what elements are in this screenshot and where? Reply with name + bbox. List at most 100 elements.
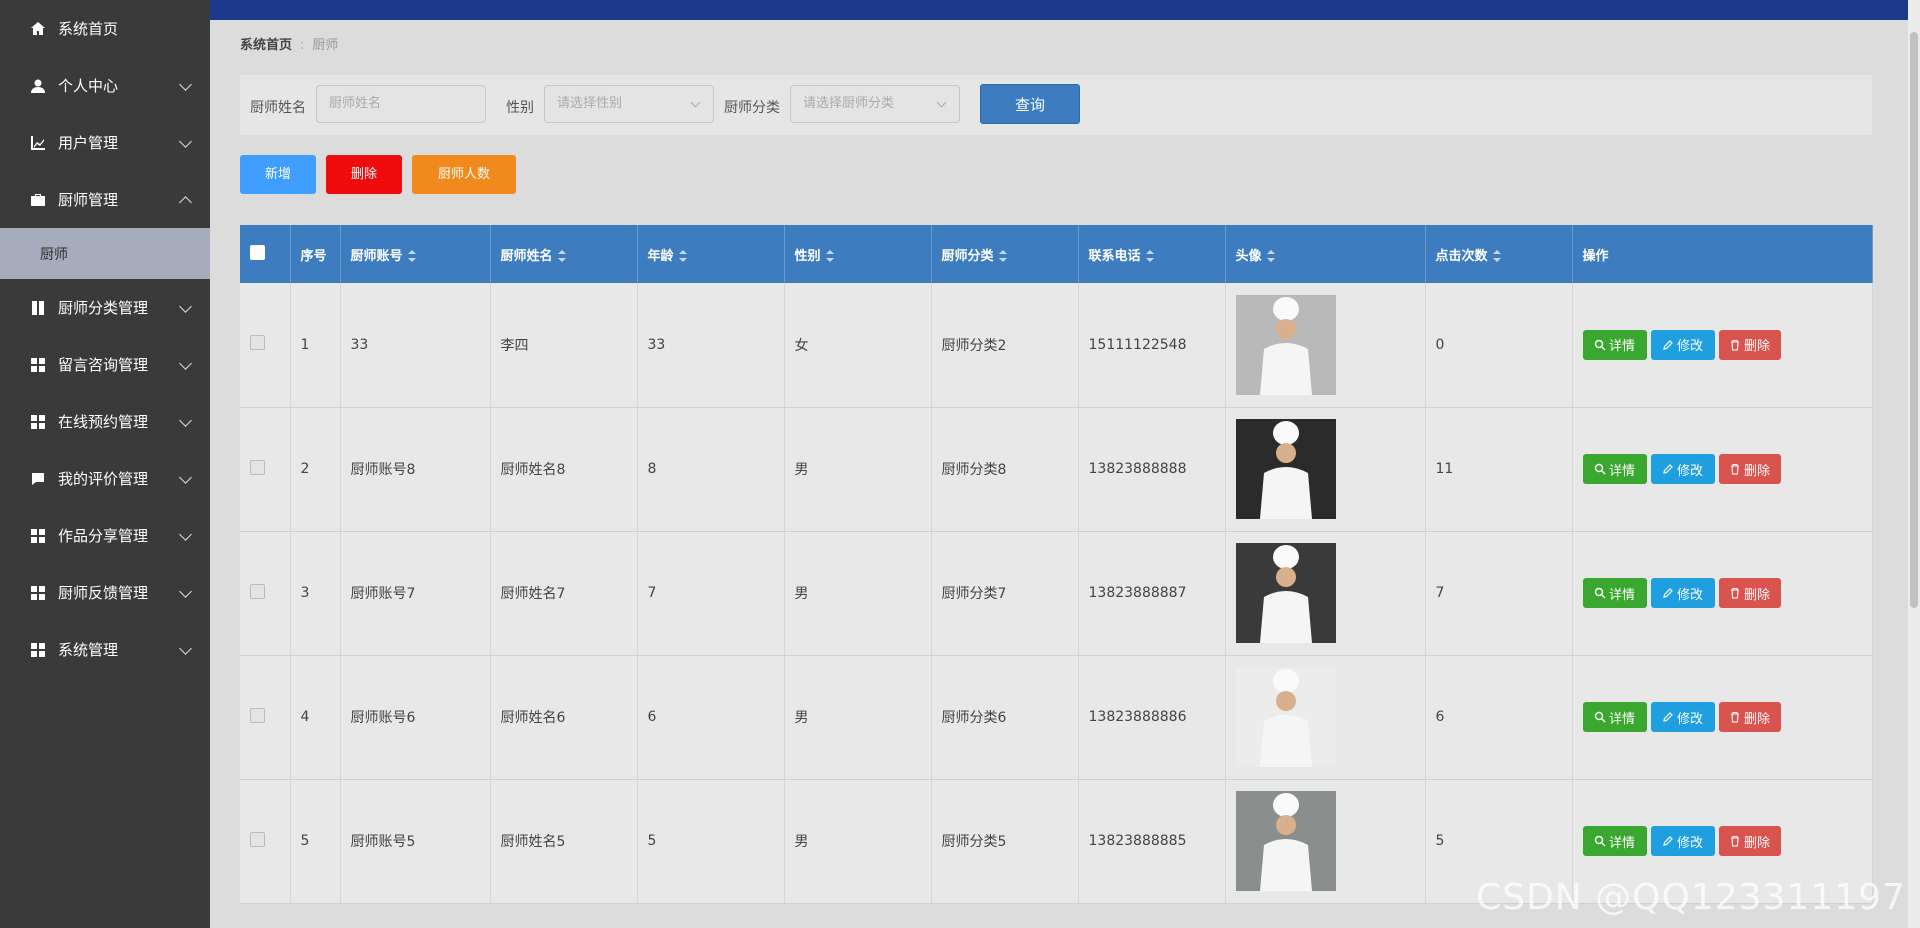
select-cell <box>240 531 291 656</box>
cell-name: 厨师姓名8 <box>490 407 638 532</box>
delete-button[interactable]: 删除 <box>1718 454 1781 484</box>
cell-category: 厨师分类2 <box>931 283 1079 408</box>
breadcrumb-separator: : <box>300 38 305 53</box>
column-header[interactable]: 性别 <box>784 225 932 283</box>
sidebar-item-review[interactable]: 我的评价管理 <box>0 450 210 507</box>
sidebar-item-users[interactable]: 用户管理 <box>0 114 210 171</box>
chef-count-button[interactable]: 厨师人数 <box>412 155 516 194</box>
edit-label: 修改 <box>1676 587 1703 603</box>
sidebar-item-label: 用户管理 <box>58 134 119 152</box>
chevron-down-icon <box>179 299 192 313</box>
gender-select[interactable]: 请选择性别 <box>544 85 714 123</box>
sidebar-item-consult[interactable]: 留言咨询管理 <box>0 336 210 393</box>
detail-button[interactable]: 详情 <box>1582 329 1647 360</box>
breadcrumb-home[interactable]: 系统首页 <box>240 38 292 53</box>
row-checkbox[interactable] <box>250 335 265 351</box>
cell-account: 厨师账号6 <box>340 655 491 780</box>
search-icon <box>1594 587 1606 599</box>
detail-button[interactable]: 详情 <box>1582 578 1647 608</box>
detail-label: 详情 <box>1608 463 1635 479</box>
scrollbar[interactable] <box>1908 0 1920 928</box>
scrollbar-thumb[interactable] <box>1910 32 1918 608</box>
sidebar-item-chef-category[interactable]: 厨师分类管理 <box>0 279 210 336</box>
edit-label: 修改 <box>1676 711 1703 727</box>
sidebar-item-chef-manage[interactable]: 厨师管理 <box>0 171 210 228</box>
sort-icon[interactable] <box>1145 250 1154 262</box>
sort-icon[interactable] <box>1492 250 1501 262</box>
sidebar-item-label: 厨师反馈管理 <box>58 584 149 602</box>
chevron-down-icon <box>179 356 192 370</box>
detail-button[interactable]: 详情 <box>1582 826 1647 856</box>
cell-clicks: 7 <box>1425 531 1573 656</box>
delete-label: 删除 <box>1743 835 1770 851</box>
edit-label: 修改 <box>1676 835 1703 851</box>
delete-button[interactable]: 删除 <box>1718 702 1781 732</box>
cell-category: 厨师分类8 <box>931 407 1079 532</box>
sidebar-item-system[interactable]: 系统管理 <box>0 621 210 678</box>
sort-icon[interactable] <box>678 250 687 262</box>
chevron-down-icon <box>179 527 192 541</box>
edit-button[interactable]: 修改 <box>1650 702 1715 732</box>
category-select[interactable]: 请选择厨师分类 <box>790 85 960 123</box>
row-checkbox[interactable] <box>250 459 265 475</box>
table-header-row: 序号 厨师账号 厨师姓名 年龄 性别 厨师分类 联系电话 头像 点击次数 操作 <box>240 225 1873 283</box>
delete-button[interactable]: 删除 <box>1718 826 1781 856</box>
delete-button[interactable]: 删除 <box>1718 329 1781 360</box>
sidebar-item-booking[interactable]: 在线预约管理 <box>0 393 210 450</box>
search-icon <box>1594 711 1606 723</box>
detail-label: 详情 <box>1608 587 1635 603</box>
sort-icon[interactable] <box>998 250 1007 262</box>
sort-icon[interactable] <box>407 250 416 262</box>
sidebar-item-personal[interactable]: 个人中心 <box>0 57 210 114</box>
sidebar-item-home[interactable]: 系统首页 <box>0 0 210 57</box>
column-header[interactable]: 厨师分类 <box>931 225 1079 283</box>
row-checkbox[interactable] <box>250 583 265 599</box>
cell-phone: 13823888886 <box>1078 655 1226 780</box>
sidebar-subitem-label: 厨师 <box>40 246 68 263</box>
edit-button[interactable]: 修改 <box>1650 454 1715 484</box>
cell-gender: 男 <box>784 779 932 904</box>
sidebar-item-feedback[interactable]: 厨师反馈管理 <box>0 564 210 621</box>
select-cell <box>240 283 291 408</box>
cell-phone: 13823888887 <box>1078 531 1226 656</box>
name-search-input[interactable]: 厨师姓名 <box>316 85 486 123</box>
breadcrumb: 系统首页: 厨师 <box>240 34 338 53</box>
row-checkbox[interactable] <box>250 707 265 723</box>
cell-name: 李四 <box>490 283 638 408</box>
sidebar-subitem-chef[interactable]: 厨师 <box>0 228 210 279</box>
row-checkbox[interactable] <box>250 831 265 847</box>
edit-icon <box>1663 712 1673 722</box>
column-header[interactable]: 厨师账号 <box>340 225 491 283</box>
cell-gender: 男 <box>784 531 932 656</box>
select-all-checkbox[interactable] <box>250 244 265 260</box>
select-cell <box>240 655 291 780</box>
chevron-down-icon <box>179 470 192 484</box>
detail-button[interactable]: 详情 <box>1582 454 1647 484</box>
add-button[interactable]: 新增 <box>240 155 316 194</box>
sort-icon[interactable] <box>825 250 834 262</box>
grid-icon <box>30 585 46 601</box>
column-header[interactable]: 年龄 <box>637 225 785 283</box>
cell-age: 6 <box>637 655 785 780</box>
sidebar: 系统首页 个人中心 用户管理 厨师管理 厨师 厨师分类管理 留言咨询管理 在线预… <box>0 0 210 928</box>
column-header[interactable]: 点击次数 <box>1425 225 1573 283</box>
sort-icon[interactable] <box>557 250 566 262</box>
sort-icon[interactable] <box>1266 250 1275 262</box>
column-header[interactable]: 联系电话 <box>1078 225 1226 283</box>
detail-label: 详情 <box>1608 711 1635 727</box>
edit-button[interactable]: 修改 <box>1650 826 1715 856</box>
delete-label: 删除 <box>1743 587 1770 603</box>
sidebar-item-label: 在线预约管理 <box>58 413 149 431</box>
column-header[interactable]: 头像 <box>1225 225 1426 283</box>
cell-clicks: 6 <box>1425 655 1573 780</box>
edit-button[interactable]: 修改 <box>1650 329 1715 360</box>
delete-button[interactable]: 删除 <box>1718 578 1781 608</box>
batch-delete-button[interactable]: 删除 <box>326 155 402 194</box>
edit-button[interactable]: 修改 <box>1650 578 1715 608</box>
delete-label: 删除 <box>1743 711 1770 727</box>
column-header[interactable]: 厨师姓名 <box>490 225 638 283</box>
query-button[interactable]: 查询 <box>980 84 1080 124</box>
cell-account: 厨师账号5 <box>340 779 491 904</box>
sidebar-item-works[interactable]: 作品分享管理 <box>0 507 210 564</box>
detail-button[interactable]: 详情 <box>1582 702 1647 732</box>
